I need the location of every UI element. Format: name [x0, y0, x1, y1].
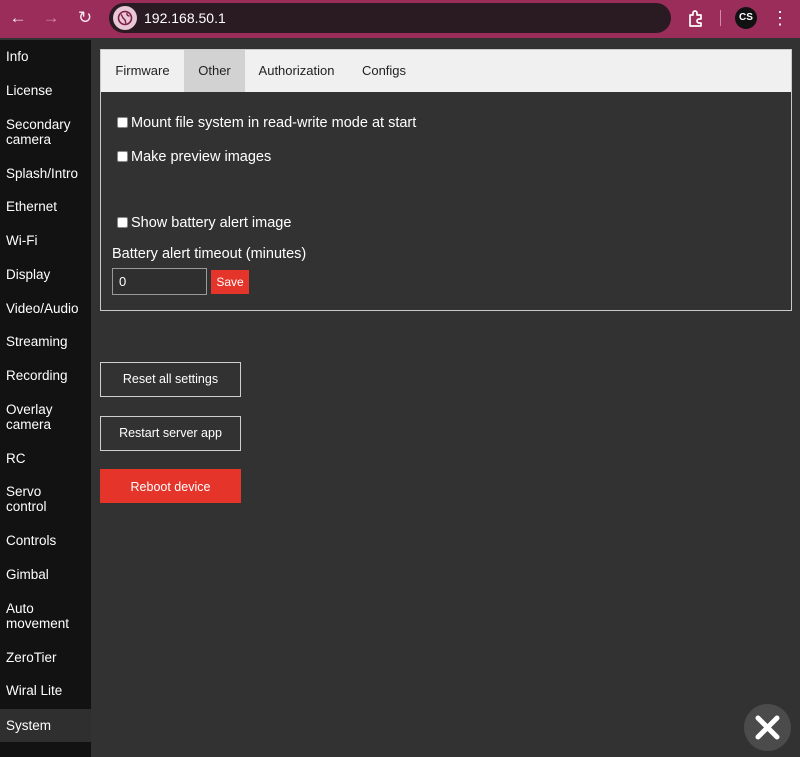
restart-server-app-button[interactable]: Restart server app	[100, 416, 241, 451]
sidebar-item-recording[interactable]: Recording	[0, 368, 91, 383]
url-text: 192.168.50.1	[144, 10, 226, 26]
back-arrow-icon[interactable]: ←	[5, 5, 31, 31]
save-button[interactable]: Save	[211, 270, 249, 294]
preview-images-checkbox[interactable]	[117, 151, 128, 162]
forward-arrow-icon[interactable]: →	[38, 5, 64, 31]
kebab-menu-icon[interactable]: ⋮	[770, 5, 790, 31]
site-info-icon[interactable]	[113, 6, 137, 30]
tab-firmware[interactable]: Firmware	[101, 50, 184, 92]
battery-timeout-label: Battery alert timeout (minutes)	[112, 246, 307, 262]
toolbar-divider	[720, 10, 721, 26]
sidebar-item-gimbal[interactable]: Gimbal	[0, 567, 91, 582]
sidebar-item-controls[interactable]: Controls	[0, 533, 91, 548]
battery-alert-checkbox[interactable]	[117, 217, 128, 228]
reboot-device-button[interactable]: Reboot device	[100, 469, 241, 503]
sidebar-item-ethernet[interactable]: Ethernet	[0, 199, 91, 214]
sidebar-item-video-audio[interactable]: Video/Audio	[0, 301, 91, 316]
sidebar-item-secondary-camera[interactable]: Secondary camera	[0, 117, 80, 147]
sidebar-item-overlay-camera[interactable]: Overlay camera	[0, 402, 70, 432]
reload-icon[interactable]: ↻	[72, 5, 98, 31]
battery-timeout-input[interactable]: 0	[112, 268, 207, 295]
sidebar-item-auto-movement[interactable]: Auto movement	[0, 601, 80, 631]
close-icon	[755, 715, 780, 740]
tab-authorization[interactable]: Authorization	[245, 50, 348, 92]
sidebar-item-info[interactable]: Info	[0, 49, 91, 64]
sidebar-item-zerotier[interactable]: ZeroTier	[0, 650, 91, 665]
battery-alert-label[interactable]: Show battery alert image	[131, 215, 291, 231]
tab-other[interactable]: Other	[184, 50, 245, 92]
sidebar-item-display[interactable]: Display	[0, 267, 91, 282]
tab-bar: Firmware Other Authorization Configs	[101, 50, 791, 92]
preview-images-label[interactable]: Make preview images	[131, 149, 271, 165]
sidebar-item-splash-intro[interactable]: Splash/Intro	[0, 166, 91, 181]
extensions-icon[interactable]	[684, 6, 708, 30]
sidebar-item-streaming[interactable]: Streaming	[0, 334, 91, 349]
sidebar-item-servo-control[interactable]: Servo control	[0, 484, 60, 514]
sidebar-item-license[interactable]: License	[0, 83, 91, 98]
sidebar: Info License Secondary camera Splash/Int…	[0, 40, 91, 757]
sidebar-item-rc[interactable]: RC	[0, 451, 91, 466]
sidebar-item-wiral-lite[interactable]: Wiral Lite	[0, 683, 91, 698]
tab-configs[interactable]: Configs	[348, 50, 420, 92]
sidebar-item-system[interactable]: System	[0, 709, 91, 742]
mount-rw-checkbox[interactable]	[117, 117, 128, 128]
profile-avatar-icon[interactable]: CS	[735, 7, 757, 29]
sidebar-item-wifi[interactable]: Wi-Fi	[0, 233, 91, 248]
close-button[interactable]	[744, 704, 791, 751]
settings-panel: Firmware Other Authorization Configs Mou…	[100, 49, 792, 311]
address-bar[interactable]: 192.168.50.1	[109, 3, 671, 33]
reset-all-settings-button[interactable]: Reset all settings	[100, 362, 241, 397]
mount-rw-label[interactable]: Mount file system in read-write mode at …	[131, 115, 416, 131]
browser-toolbar: ← → ↻ 192.168.50.1 CS ⋮	[0, 0, 800, 38]
